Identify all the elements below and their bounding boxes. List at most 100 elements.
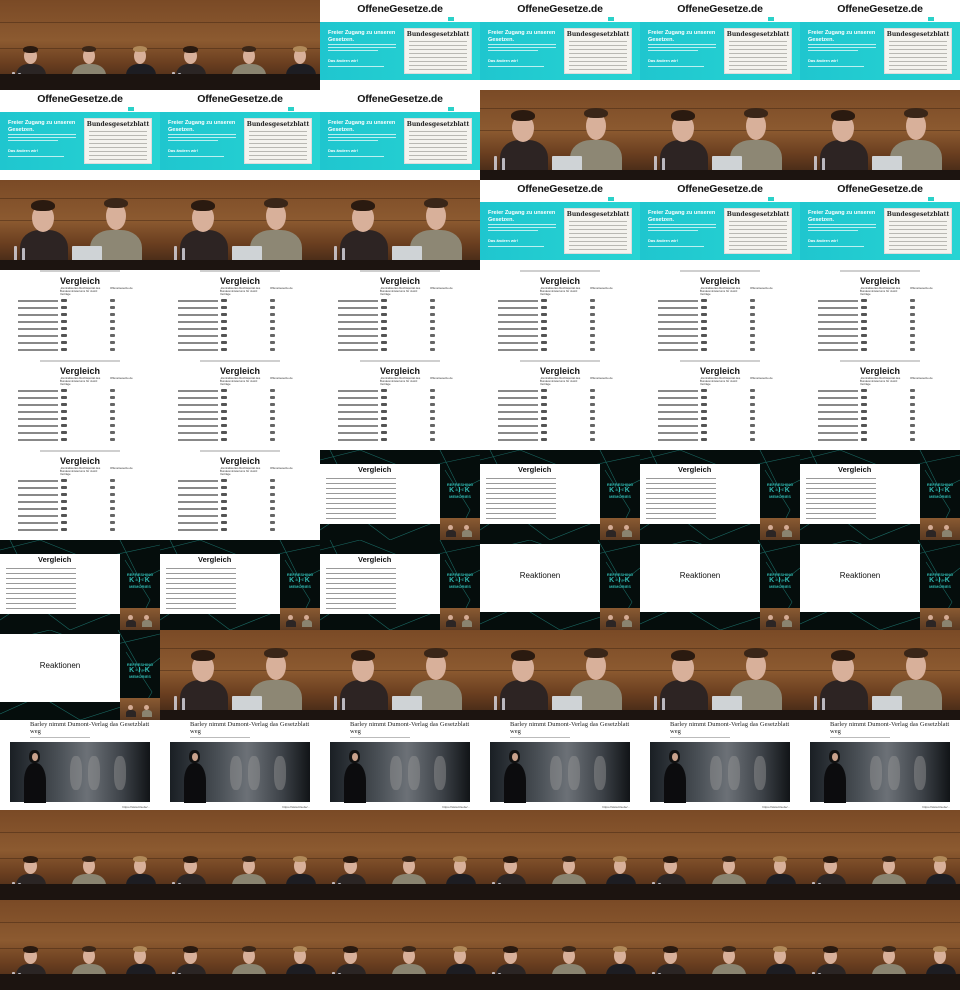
news-headline: Barley nimmt Dumont-Verlag das Gesetzbla… (830, 721, 950, 735)
stage-frame-three-speakers[interactable] (0, 900, 160, 990)
comparison-slide-frame[interactable]: Vergleich „Zentralisiertes Rechtsportal … (160, 270, 320, 360)
comparison-slide-frame[interactable]: Vergleich „Zentralisiertes Rechtsportal … (480, 360, 640, 450)
network-background-slide-frame[interactable]: Vergleich REFRESHING K-I-K MEMORIES (800, 450, 960, 540)
hero-title: Freier Zugang zu unseren Gesetzen. (808, 30, 876, 43)
stage-frame-two-speakers[interactable] (480, 630, 640, 720)
network-background-slide-frame[interactable]: Vergleich REFRESHING K-I-K MEMORIES (640, 450, 800, 540)
comparison-slide-frame[interactable]: Vergleich „Zentralisiertes Rechtsportal … (640, 360, 800, 450)
slide-column-1-header: „Zentralisiertes Rechtsportal des Bundes… (380, 376, 421, 386)
hero-subtitle: Das ändern wir! (648, 238, 679, 243)
site-nav (330, 17, 470, 21)
reactions-slide-frame[interactable]: Reaktionen REFRESHING K-I-K MEMORIES (800, 540, 960, 630)
slide-title: Vergleich (700, 276, 741, 286)
stage-frame-two-speakers[interactable] (800, 630, 960, 720)
reactions-slide-frame[interactable]: Reaktionen REFRESHING K-I-K MEMORIES (0, 630, 160, 720)
hero-subtitle: Das ändern wir! (808, 238, 839, 243)
news-article-frame[interactable]: Barley nimmt Dumont-Verlag das Gesetzbla… (800, 720, 960, 810)
stage-frame-two-speakers[interactable] (0, 180, 160, 270)
network-background-slide-frame[interactable]: Vergleich REFRESHING K-I-K MEMORIES (160, 540, 320, 630)
stage-frame-three-speakers[interactable] (160, 900, 320, 990)
network-background-slide-frame[interactable]: Vergleich REFRESHING K-I-K MEMORIES (0, 540, 160, 630)
slide-title: Vergleich (860, 276, 901, 286)
network-background-slide-frame[interactable]: Vergleich REFRESHING K-I-K MEMORIES (320, 540, 480, 630)
news-article-frame[interactable]: Barley nimmt Dumont-Verlag das Gesetzbla… (0, 720, 160, 810)
gazette-image: Bundesgesetzblatt (84, 118, 152, 164)
stage-frame-three-speakers[interactable] (800, 810, 960, 900)
event-brand: REFRESHING K-I-K MEMORIES (606, 482, 634, 499)
stage-frame-three-speakers[interactable] (160, 810, 320, 900)
stage-frame-two-speakers[interactable] (160, 180, 320, 270)
comparison-slide-frame[interactable]: Vergleich „Zentralisiertes Rechtsportal … (0, 450, 160, 540)
comparison-slide-frame[interactable]: Vergleich „Zentralisiertes Rechtsportal … (320, 270, 480, 360)
website-screenshot-frame[interactable]: OffeneGesetze.de Freier Zugang zu unsere… (640, 180, 800, 270)
website-screenshot-frame[interactable]: OffeneGesetze.de Freier Zugang zu unsere… (320, 90, 480, 180)
stage-frame-three-speakers[interactable] (480, 810, 640, 900)
stage-frame-two-speakers[interactable] (640, 90, 800, 180)
website-screenshot-frame[interactable]: OffeneGesetze.de Freier Zugang zu unsere… (800, 0, 960, 90)
reactions-title: Reaktionen (39, 661, 81, 670)
website-screenshot-frame[interactable]: OffeneGesetze.de Freier Zugang zu unsere… (800, 180, 960, 270)
comparison-slide-frame[interactable]: Vergleich „Zentralisiertes Rechtsportal … (160, 360, 320, 450)
comparison-slide-frame[interactable]: Vergleich „Zentralisiertes Rechtsportal … (320, 360, 480, 450)
comparison-slide-frame[interactable]: Vergleich „Zentralisiertes Rechtsportal … (640, 270, 800, 360)
slide-column-2-header: OffeneGesetze.de (270, 466, 293, 470)
stage-frame-three-speakers[interactable] (320, 810, 480, 900)
website-screenshot-frame[interactable]: OffeneGesetze.de Freier Zugang zu unsere… (480, 180, 640, 270)
slide-column-1-header: „Zentralisiertes Rechtsportal des Bundes… (860, 286, 901, 296)
speaker-camera-inset (280, 608, 320, 630)
stage-frame-two-speakers[interactable] (480, 90, 640, 180)
website-screenshot-frame[interactable]: OffeneGesetze.de Freier Zugang zu unsere… (640, 0, 800, 90)
stage-frame-three-speakers[interactable] (800, 900, 960, 990)
stage-frame-two-speakers[interactable] (320, 630, 480, 720)
gazette-title: Bundesgesetzblatt (406, 121, 470, 128)
reactions-slide-frame[interactable]: Reaktionen REFRESHING K-I-K MEMORIES (640, 540, 800, 630)
hero-title: Freier Zugang zu unseren Gesetzen. (328, 30, 396, 43)
news-article-frame[interactable]: Barley nimmt Dumont-Verlag das Gesetzbla… (640, 720, 800, 810)
website-screenshot-frame[interactable]: OffeneGesetze.de Freier Zugang zu unsere… (480, 0, 640, 90)
stage-frame-two-speakers[interactable] (320, 180, 480, 270)
gazette-title: Bundesgesetzblatt (566, 211, 630, 218)
news-photo (330, 742, 470, 803)
event-brand: REFRESHING K-I-K MEMORIES (766, 572, 794, 589)
news-photo (170, 742, 310, 803)
comparison-slide-frame[interactable]: Vergleich „Zentralisiertes Rechtsportal … (480, 270, 640, 360)
event-brand: REFRESHING K-I-K MEMORIES (926, 572, 954, 589)
hero-title: Freier Zugang zu unseren Gesetzen. (648, 210, 716, 223)
news-article-frame[interactable]: Barley nimmt Dumont-Verlag das Gesetzbla… (480, 720, 640, 810)
event-brand: REFRESHING K-I-K MEMORIES (446, 482, 474, 499)
comparison-slide-frame[interactable]: Vergleich „Zentralisiertes Rechtsportal … (0, 270, 160, 360)
news-article-frame[interactable]: Barley nimmt Dumont-Verlag das Gesetzbla… (160, 720, 320, 810)
gazette-title: Bundesgesetzblatt (726, 31, 790, 38)
stage-frame-three-speakers[interactable] (0, 810, 160, 900)
news-url: https://www.bla.de/... (282, 805, 310, 809)
speaker-camera-inset (600, 518, 640, 540)
comparison-slide-frame[interactable]: Vergleich „Zentralisiertes Rechtsportal … (800, 360, 960, 450)
slide-column-1-header: „Zentralisiertes Rechtsportal des Bundes… (220, 286, 261, 296)
stage-frame-three-speakers[interactable] (640, 900, 800, 990)
comparison-slide-frame[interactable]: Vergleich „Zentralisiertes Rechtsportal … (800, 270, 960, 360)
website-screenshot-frame[interactable]: OffeneGesetze.de Freier Zugang zu unsere… (160, 90, 320, 180)
stage-frame-three-speakers[interactable] (0, 0, 160, 90)
stage-frame-two-speakers[interactable] (800, 90, 960, 180)
slide-column-2-header: OffeneGesetze.de (910, 286, 933, 290)
news-byline (670, 737, 730, 738)
comparison-slide-frame[interactable]: Vergleich „Zentralisiertes Rechtsportal … (0, 360, 160, 450)
stage-frame-two-speakers[interactable] (160, 630, 320, 720)
stage-frame-three-speakers[interactable] (160, 0, 320, 90)
stage-frame-three-speakers[interactable] (480, 900, 640, 990)
gazette-image: Bundesgesetzblatt (724, 28, 792, 74)
website-screenshot-frame[interactable]: OffeneGesetze.de Freier Zugang zu unsere… (0, 90, 160, 180)
stage-frame-three-speakers[interactable] (320, 900, 480, 990)
gazette-image: Bundesgesetzblatt (564, 208, 632, 254)
slide-column-1-header: „Zentralisiertes Rechtsportal des Bundes… (540, 376, 581, 386)
stage-frame-three-speakers[interactable] (640, 810, 800, 900)
reactions-slide-frame[interactable]: Reaktionen REFRESHING K-I-K MEMORIES (480, 540, 640, 630)
site-logo: OffeneGesetze.de (677, 3, 763, 15)
comparison-slide-frame[interactable]: Vergleich „Zentralisiertes Rechtsportal … (160, 450, 320, 540)
network-background-slide-frame[interactable]: Vergleich REFRESHING K-I-K MEMORIES (320, 450, 480, 540)
website-screenshot-frame[interactable]: OffeneGesetze.de Freier Zugang zu unsere… (320, 0, 480, 90)
stage-frame-two-speakers[interactable] (640, 630, 800, 720)
network-background-slide-frame[interactable]: Vergleich REFRESHING K-I-K MEMORIES (480, 450, 640, 540)
slide-column-1-header: „Zentralisiertes Rechtsportal des Bundes… (700, 286, 741, 296)
news-article-frame[interactable]: Barley nimmt Dumont-Verlag das Gesetzbla… (320, 720, 480, 810)
